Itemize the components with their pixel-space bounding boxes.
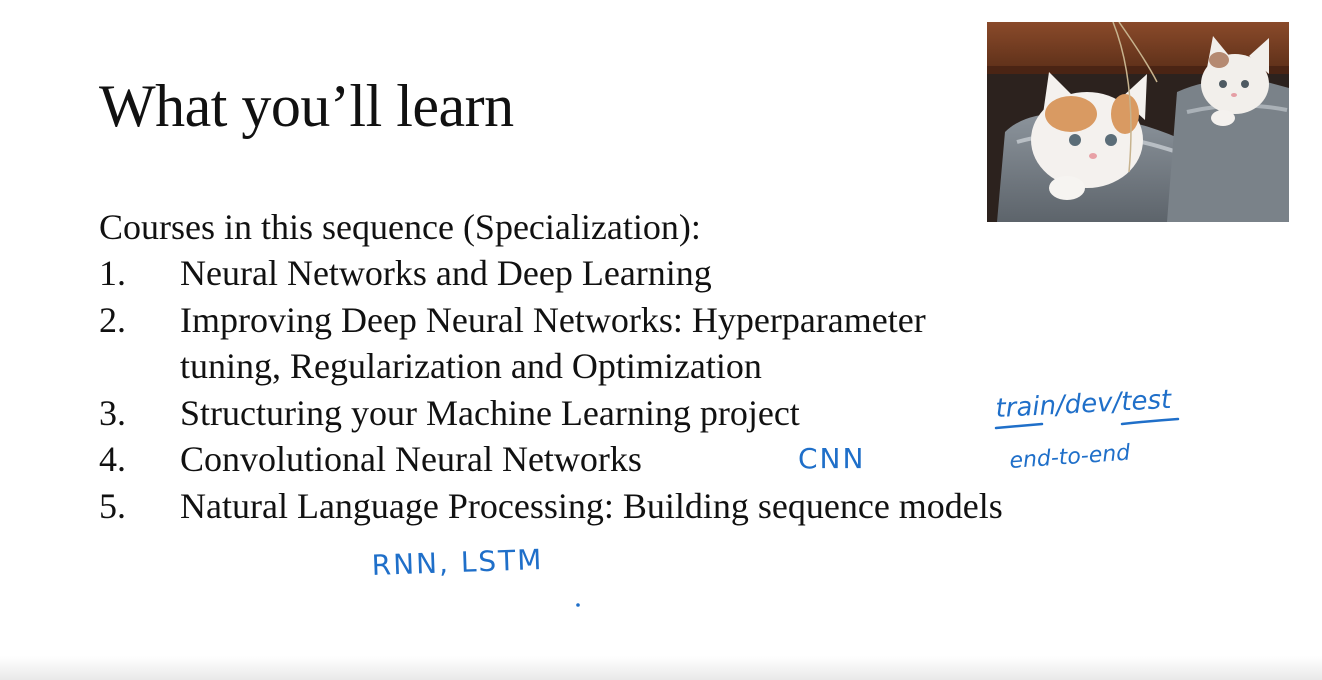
bottom-shadow-bar	[0, 656, 1322, 680]
course-number: 4.	[99, 439, 126, 479]
slide: What you’ll learn Courses in this sequen…	[0, 0, 1322, 680]
course-title: Neural Networks and Deep Learning	[180, 253, 712, 293]
annotation-train-dev-test: train/dev/test	[995, 385, 1173, 424]
courses-intro: Courses in this sequence (Specialization…	[99, 207, 701, 247]
course-number: 3.	[99, 392, 126, 433]
slide-title: What you’ll learn	[99, 73, 514, 139]
course-title-continued: tuning, Regularization and Optimization	[180, 346, 762, 386]
course-list: 1. Neural Networks and Deep Learning 2. …	[99, 250, 1003, 529]
course-number: 2.	[99, 299, 126, 340]
annotation-rnn-lstm: RNN, LSTM	[371, 543, 544, 582]
course-item-5: 5. Natural Language Processing: Building…	[99, 483, 1003, 530]
annotation-underline-test	[1120, 417, 1180, 426]
course-title: Improving Deep Neural Networks: Hyperpar…	[180, 299, 926, 340]
course-item-3: 3. Structuring your Machine Learning pro…	[99, 390, 1003, 437]
course-title: Structuring your Machine Learning projec…	[180, 392, 800, 433]
kittens-illustration	[987, 22, 1289, 222]
annotation-underline-train	[994, 422, 1044, 430]
annotation-end-to-end: end-to-end	[1009, 441, 1132, 474]
kittens-photo	[987, 22, 1289, 222]
course-item-4: 4. Convolutional Neural Networks	[99, 436, 1003, 483]
course-item-2: 2. Improving Deep Neural Networks: Hyper…	[99, 297, 1003, 390]
course-title: Convolutional Neural Networks	[180, 439, 642, 479]
course-title: Natural Language Processing: Building se…	[180, 485, 1003, 526]
course-item-1: 1. Neural Networks and Deep Learning	[99, 250, 1003, 297]
course-number: 1.	[99, 253, 126, 293]
course-number: 5.	[99, 485, 126, 526]
ink-dot	[576, 603, 580, 607]
